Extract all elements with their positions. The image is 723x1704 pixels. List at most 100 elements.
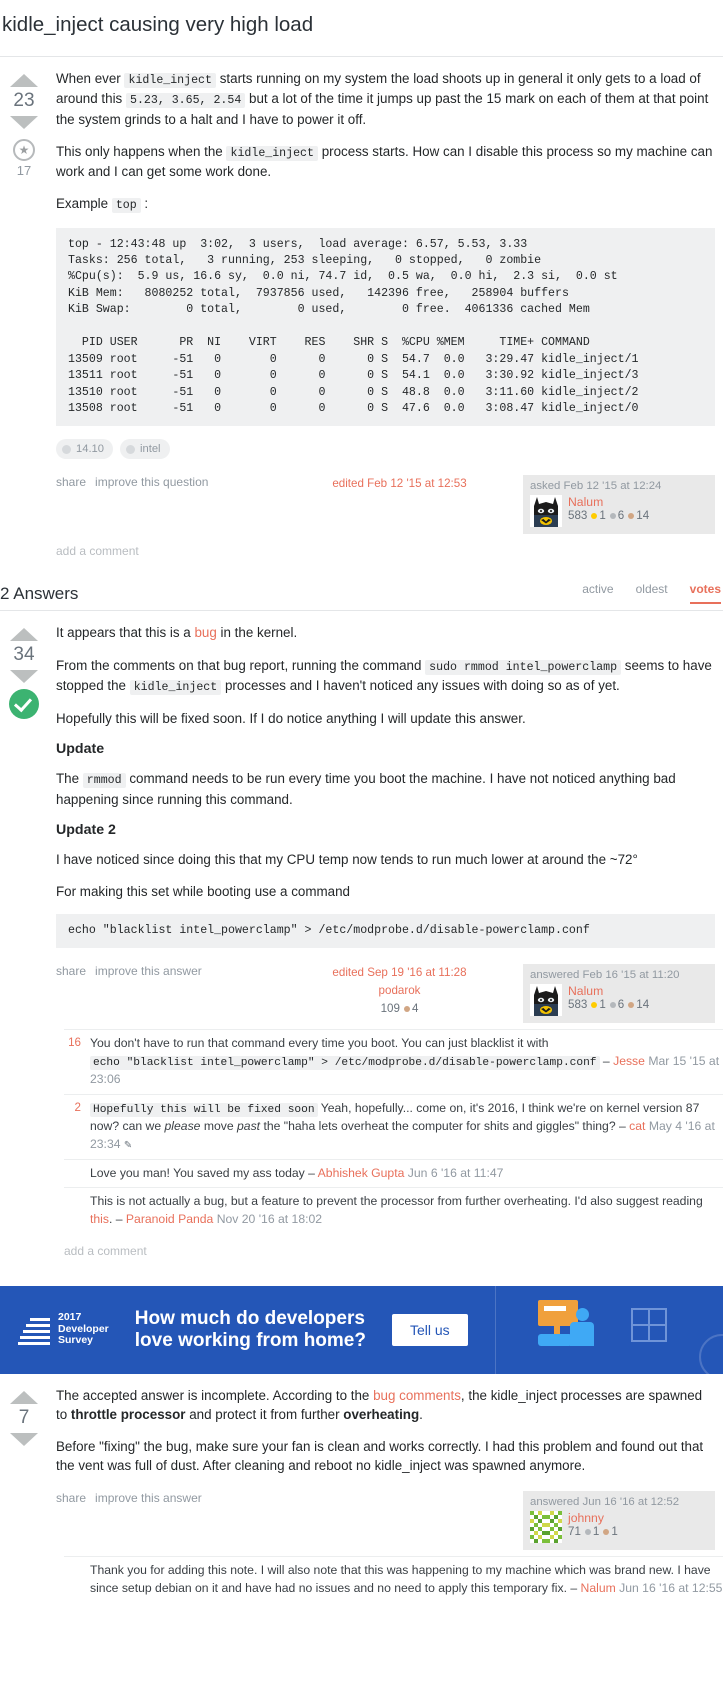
edit-pencil-icon[interactable]: ✎ — [124, 1140, 132, 1151]
downvote-arrow-icon[interactable] — [10, 669, 38, 684]
favorite-wrapper: ★ 17 — [0, 138, 48, 178]
question-add-comment[interactable]: add a comment — [48, 534, 723, 572]
text: and protect it from further — [185, 1406, 344, 1422]
tag-item[interactable]: 14.10 — [56, 439, 113, 460]
avatar-batman-image — [530, 984, 562, 1017]
question-post: 23 ★ 17 When ever kidle_inject starts ru… — [0, 57, 723, 535]
comment-score — [64, 1562, 90, 1597]
avatar-batman-image — [530, 495, 562, 528]
comment-score — [64, 1193, 90, 1228]
emphasis-past: past — [237, 1119, 261, 1134]
share-link[interactable]: share — [56, 1491, 86, 1505]
tab-active[interactable]: active — [582, 582, 613, 604]
question-body-cell: When ever kidle_inject starts running on… — [48, 69, 723, 535]
bug-comments-link[interactable]: bug comments — [373, 1388, 461, 1403]
upvote-arrow-icon[interactable] — [10, 1390, 38, 1404]
silver-badge-count: 6 — [617, 509, 625, 523]
user-reputation: 583 1 6 14 — [568, 509, 649, 522]
comment-inline-code: echo "blacklist intel_powerclamp" > /etc… — [90, 1056, 600, 1071]
chair-icon — [538, 1333, 572, 1346]
answer-1-body: It appears that this is a bug in the ker… — [56, 623, 715, 949]
tag-item[interactable]: intel — [120, 439, 170, 460]
tab-votes[interactable]: votes — [689, 582, 721, 605]
text: Example — [56, 196, 112, 212]
stack-overflow-logo-icon — [16, 1315, 50, 1345]
comment-score: 2 — [74, 1101, 81, 1115]
question-post-menu: share improve this question — [56, 475, 276, 489]
improve-question-link[interactable]: improve this question — [95, 475, 208, 489]
star-icon[interactable]: ★ — [13, 138, 35, 161]
text: . – — [108, 1212, 126, 1227]
favorite-count: 17 — [16, 162, 32, 178]
gold-badge-icon — [591, 1002, 598, 1009]
question-body: When ever kidle_inject starts running on… — [56, 69, 715, 427]
user-name-link[interactable]: Nalum — [568, 984, 649, 998]
downvote-arrow-icon[interactable] — [10, 115, 38, 129]
share-link[interactable]: share — [56, 964, 86, 978]
tab-oldest[interactable]: oldest — [636, 582, 668, 604]
avatar[interactable] — [530, 1510, 562, 1543]
text: It appears that this is a — [56, 625, 195, 641]
user-info: Nalum 583 1 6 14 — [530, 984, 708, 1017]
avatar[interactable] — [530, 984, 562, 1017]
question-edited-timestamp[interactable]: edited Feb 12 '15 at 12:53 — [332, 477, 466, 490]
bronze-badge-count: 14 — [636, 509, 650, 523]
answer-1-meta: share improve this answer edited Sep 19 '… — [56, 964, 715, 1024]
comment-text: Love you man! You saved my ass today – A… — [90, 1165, 723, 1183]
answer-1-add-comment[interactable]: add a comment — [56, 1234, 723, 1272]
comment-author-link[interactable]: Paranoid Panda — [126, 1212, 213, 1226]
upvote-arrow-icon[interactable] — [10, 73, 38, 87]
text: . — [419, 1406, 423, 1422]
editor-name-link[interactable]: podarok — [379, 984, 421, 997]
answer1-paragraph-3: Hopefully this will be fixed soon. If I … — [56, 711, 526, 727]
question-paragraph-2: This only happens when the kidle_inject … — [56, 142, 715, 181]
page-title: kidle_inject causing very high load — [2, 13, 314, 36]
comment-item: Thank you for adding this note. I will a… — [64, 1555, 723, 1602]
improve-answer-link[interactable]: improve this answer — [95, 1491, 202, 1505]
question-asked-usercard: asked Feb 12 '15 at 12:24 Nalum 583 1 6 … — [523, 475, 715, 535]
upvote-arrow-icon[interactable] — [10, 627, 38, 642]
answer-1: 34 It appears that this is a bug in the … — [0, 611, 723, 1024]
comment-author-link[interactable]: Abhishek Gupta — [318, 1166, 405, 1180]
text: This only happens when the — [56, 143, 227, 159]
comment-author-link[interactable]: cat — [629, 1119, 645, 1133]
answer-1-body-cell: It appears that this is a bug in the ker… — [48, 623, 723, 1024]
avatar[interactable] — [530, 495, 562, 528]
comment-this-link[interactable]: this — [90, 1212, 109, 1226]
text: : — [140, 196, 149, 212]
text: Love you man! You saved my ass today – — [90, 1165, 318, 1180]
survey-logo: 2017 Developer Survey — [0, 1312, 109, 1347]
text: in the kernel. — [216, 625, 298, 641]
answer1-paragraph-4: The rmmod command needs to be run every … — [56, 769, 715, 808]
downvote-arrow-icon[interactable] — [10, 1432, 38, 1446]
tag-dot-icon — [126, 444, 135, 454]
answer1-paragraph-5: I have noticed since doing this that my … — [56, 851, 638, 867]
user-details: Nalum 583 1 6 14 — [568, 984, 649, 1011]
comment-text: This is not actually a bug, but a featur… — [90, 1193, 723, 1228]
tag-dot-icon — [62, 444, 71, 454]
bug-link[interactable]: bug — [194, 625, 216, 640]
user-name-link[interactable]: johnny — [568, 1511, 618, 1525]
user-reputation: 71 1 1 — [568, 1525, 618, 1538]
monitor-stand-icon — [554, 1325, 560, 1334]
comment-text: Hopefully this will be fixed soon Yeah, … — [90, 1100, 723, 1154]
comment-text: You don't have to run that command every… — [90, 1035, 723, 1089]
developer-survey-banner[interactable]: 2017 Developer Survey How much do develo… — [0, 1285, 723, 1374]
inline-code-kidle-inject-2: kidle_inject — [226, 145, 318, 161]
survey-headline: How much do developers love working from… — [135, 1308, 366, 1352]
inline-code-loadavg: 5.23, 3.65, 2.54 — [125, 93, 246, 109]
answer-sort-tabs: active oldest votes — [582, 582, 723, 605]
person-body-icon — [570, 1321, 594, 1346]
comment-author-link[interactable]: Jesse — [613, 1054, 645, 1068]
window-icon — [631, 1307, 667, 1342]
answer1-edited-timestamp[interactable]: edited Sep 19 '16 at 11:28 — [332, 966, 466, 979]
user-name-link[interactable]: Nalum — [568, 495, 649, 509]
share-link[interactable]: share — [56, 475, 86, 489]
improve-answer-link[interactable]: improve this answer — [95, 964, 202, 978]
tell-us-button[interactable]: Tell us — [391, 1313, 468, 1346]
editor-reputation: 109 4 — [381, 1002, 419, 1015]
answer-2-body-cell: The accepted answer is incomplete. Accor… — [48, 1386, 723, 1550]
comment-score: 16 — [68, 1036, 81, 1050]
comment-text: Thank you for adding this note. I will a… — [90, 1562, 723, 1597]
comment-author-link[interactable]: Nalum — [581, 1581, 616, 1595]
